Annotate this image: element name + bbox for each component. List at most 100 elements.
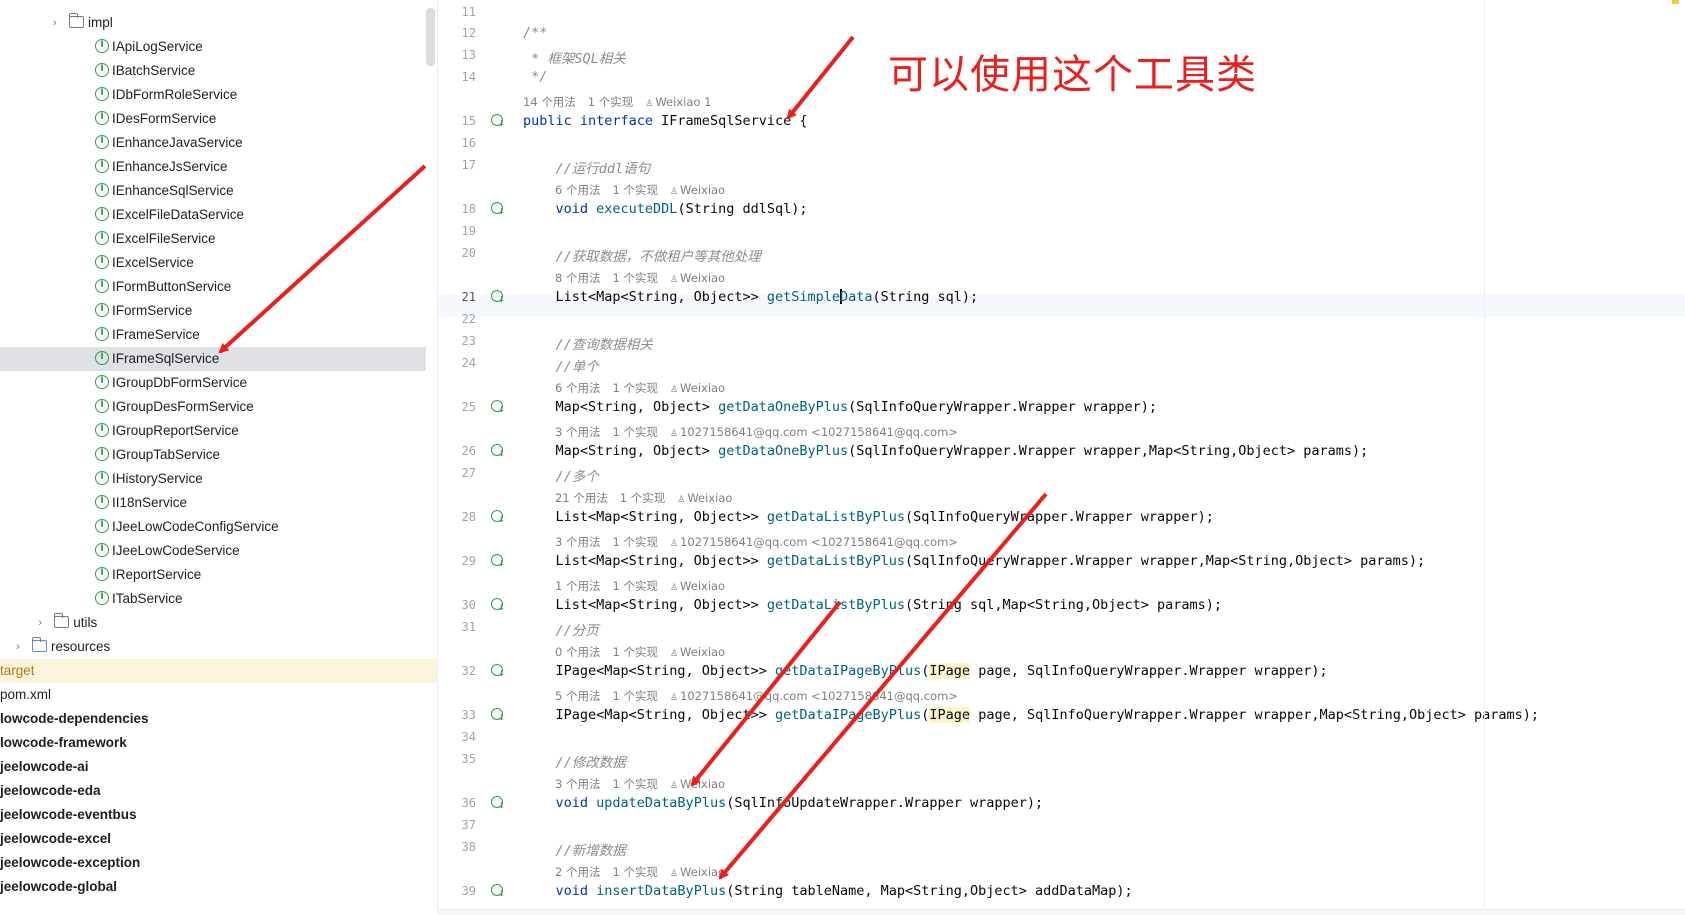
usages-count[interactable]: 6 个用法	[555, 381, 600, 395]
implementations-count[interactable]: 1 个实现	[612, 535, 657, 549]
tree-item[interactable]: jeelowcode-eda	[0, 779, 437, 803]
usages-count[interactable]: 3 个用法	[555, 535, 600, 549]
code-line[interactable]: */	[523, 69, 547, 85]
tree-item[interactable]: I IExcelService	[0, 251, 437, 275]
implementations-count[interactable]: 1 个实现	[612, 645, 657, 659]
inspection-marker[interactable]	[1672, 0, 1679, 4]
project-tree-scrollbar[interactable]	[426, 8, 435, 66]
author-name[interactable]: 1027158641@qq.com <1027158641@qq.com>	[680, 425, 958, 439]
usages-count[interactable]: 5 个用法	[555, 689, 600, 703]
code-line[interactable]: IPage<Map<String, Object>> getDataIPageB…	[523, 707, 1539, 723]
tree-item[interactable]: I IFrameSqlService	[0, 347, 426, 371]
usages-count[interactable]: 2 个用法	[555, 865, 600, 879]
code-vision-hint[interactable]: 21 个用法 1 个实现 ♙ Weixiao	[555, 490, 732, 506]
code-vision-hint[interactable]: 0 个用法 1 个实现 ♙ Weixiao	[555, 644, 725, 660]
implemented-by-icon[interactable]: ↓	[491, 554, 505, 568]
implementations-count[interactable]: 1 个实现	[588, 95, 633, 109]
code-vision-hint[interactable]: 14 个用法 1 个实现 ♙ Weixiao 1	[523, 94, 711, 110]
code-vision-hint[interactable]: 3 个用法 1 个实现 ♙ Weixiao	[555, 776, 725, 792]
author-name[interactable]: Weixiao	[687, 491, 732, 505]
implementations-count[interactable]: 1 个实现	[612, 689, 657, 703]
tree-item[interactable]: I IDbFormRoleService	[0, 83, 437, 107]
tree-item[interactable]: target	[0, 659, 437, 683]
code-vision-hint[interactable]: 3 个用法 1 个实现 ♙ 1027158641@qq.com <1027158641…	[555, 424, 958, 440]
implemented-by-icon[interactable]: ↓	[491, 114, 505, 128]
implemented-by-icon[interactable]: ↓	[491, 400, 505, 414]
tree-item[interactable]: › resources	[0, 635, 437, 659]
author-name[interactable]: Weixiao	[680, 271, 725, 285]
code-vision-hint[interactable]: 1 个用法 1 个实现 ♙ Weixiao	[555, 578, 725, 594]
tree-item[interactable]: I II18nService	[0, 491, 437, 515]
code-line[interactable]: List<Map<String, Object>> getDataListByP…	[523, 553, 1426, 569]
tree-item[interactable]: pom.xml	[0, 683, 437, 707]
code-vision-hint[interactable]: 3 个用法 1 个实现 ♙ 1027158641@qq.com <1027158641…	[555, 534, 958, 550]
code-line[interactable]: //新增数据	[523, 839, 626, 859]
tree-item[interactable]: jeelowcode-excel	[0, 827, 437, 851]
author-name[interactable]: Weixiao	[680, 645, 725, 659]
code-line[interactable]: List<Map<String, Object>> getSimpleData(…	[523, 289, 978, 305]
author-name[interactable]: 1027158641@qq.com <1027158641@qq.com>	[680, 689, 958, 703]
code-line[interactable]: void insertDataByPlus(String tableName, …	[523, 883, 1133, 899]
tree-item[interactable]: › utils	[0, 611, 437, 635]
implemented-by-icon[interactable]: ↓	[491, 510, 505, 524]
usages-count[interactable]: 8 个用法	[555, 271, 600, 285]
tree-item[interactable]: jeelowcode-ai	[0, 755, 437, 779]
usages-count[interactable]: 14 个用法	[523, 95, 576, 109]
tree-item[interactable]: I IApiLogService	[0, 35, 437, 59]
tree-item[interactable]: I IReportService	[0, 563, 437, 587]
implementations-count[interactable]: 1 个实现	[620, 491, 665, 505]
code-line[interactable]: //多个	[523, 465, 599, 485]
code-line[interactable]: //运行ddl语句	[523, 157, 651, 177]
code-vision-hint[interactable]: 5 个用法 1 个实现 ♙ 1027158641@qq.com <1027158641…	[555, 688, 958, 704]
tree-item[interactable]: I IFormButtonService	[0, 275, 437, 299]
code-line[interactable]: //获取数据，不做租户等其他处理	[523, 245, 761, 265]
implemented-by-icon[interactable]: ↓	[491, 884, 505, 898]
tree-item[interactable]: I IBatchService	[0, 59, 437, 83]
code-line[interactable]: Map<String, Object> getDataOneByPlus(Sql…	[523, 443, 1369, 459]
chevron-right-icon[interactable]: ›	[38, 617, 42, 629]
author-name[interactable]: Weixiao	[680, 865, 725, 879]
usages-count[interactable]: 6 个用法	[555, 183, 600, 197]
implemented-by-icon[interactable]: ↓	[491, 202, 505, 216]
tree-item[interactable]: I IHistoryService	[0, 467, 437, 491]
tree-item[interactable]: I IEnhanceSqlService	[0, 179, 437, 203]
code-line[interactable]: //修改数据	[523, 751, 626, 771]
usages-count[interactable]: 3 个用法	[555, 425, 600, 439]
author-name[interactable]: Weixiao	[680, 381, 725, 395]
code-line[interactable]: IPage<Map<String, Object>> getDataIPageB…	[523, 663, 1328, 679]
tree-item[interactable]: I IGroupTabService	[0, 443, 437, 467]
tree-item[interactable]: I IJeeLowCodeService	[0, 539, 437, 563]
code-line[interactable]: /**	[523, 25, 547, 41]
implementations-count[interactable]: 1 个实现	[612, 381, 657, 395]
tree-item[interactable]: I IJeeLowCodeConfigService	[0, 515, 437, 539]
chevron-right-icon[interactable]: ›	[53, 17, 57, 29]
code-line[interactable]: Map<String, Object> getDataOneByPlus(Sql…	[523, 399, 1157, 415]
tree-item[interactable]: jeelowcode-global	[0, 875, 437, 899]
implemented-by-icon[interactable]: ↓	[491, 708, 505, 722]
tree-item[interactable]: I IEnhanceJsService	[0, 155, 437, 179]
implementations-count[interactable]: 1 个实现	[612, 271, 657, 285]
code-vision-hint[interactable]: 2 个用法 1 个实现 ♙ Weixiao	[555, 864, 725, 880]
author-name[interactable]: 1027158641@qq.com <1027158641@qq.com>	[680, 535, 958, 549]
tree-item[interactable]: lowcode-dependencies	[0, 707, 437, 731]
code-line[interactable]: //查询数据相关	[523, 333, 653, 353]
author-name[interactable]: Weixiao	[680, 183, 725, 197]
implementations-count[interactable]: 1 个实现	[612, 777, 657, 791]
tree-item[interactable]: lowcode-framework	[0, 731, 437, 755]
author-name[interactable]: Weixiao 1	[655, 95, 711, 109]
tree-item[interactable]: I IGroupReportService	[0, 419, 437, 443]
tree-item[interactable]: I IExcelFileDataService	[0, 203, 437, 227]
implemented-by-icon[interactable]: ↓	[491, 664, 505, 678]
chevron-right-icon[interactable]: ›	[16, 641, 20, 653]
author-name[interactable]: Weixiao	[680, 777, 725, 791]
tree-item[interactable]: I IGroupDbFormService	[0, 371, 437, 395]
implementations-count[interactable]: 1 个实现	[612, 425, 657, 439]
code-line[interactable]: void executeDDL(String ddlSql);	[523, 201, 808, 217]
code-vision-hint[interactable]: 6 个用法 1 个实现 ♙ Weixiao	[555, 182, 725, 198]
author-name[interactable]: Weixiao	[680, 579, 725, 593]
usages-count[interactable]: 21 个用法	[555, 491, 608, 505]
tree-item[interactable]: I IFrameService	[0, 323, 437, 347]
tree-item[interactable]: I IExcelFileService	[0, 227, 437, 251]
tree-item[interactable]: jeelowcode-eventbus	[0, 803, 437, 827]
tree-item[interactable]: jeelowcode-exception	[0, 851, 437, 875]
